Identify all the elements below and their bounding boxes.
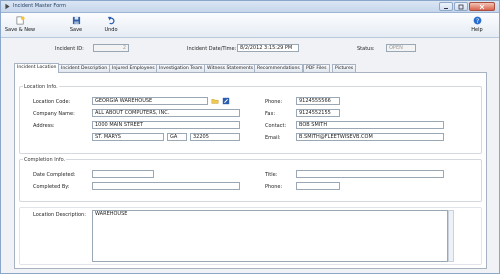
incident-header: Incident ID: 2 Incident Date/Time: 8/2/2… xyxy=(1,44,499,56)
tab-pdf-files[interactable]: PDF Files xyxy=(303,64,330,72)
lookup-icon[interactable] xyxy=(222,97,230,105)
contact-label: Contact: xyxy=(265,123,287,129)
date-completed-label: Date Completed: xyxy=(33,172,76,178)
save-label: Save xyxy=(69,27,83,33)
completion-info-title: Completion Info. xyxy=(23,157,67,163)
tab-investigation-team[interactable]: Investigation Team xyxy=(156,64,206,72)
incident-datetime-field[interactable]: 8/2/2012 3:15:29 PM xyxy=(237,44,299,52)
email-field[interactable]: B.SMITH@FLEETWISEVB.COM xyxy=(296,133,444,141)
company-name-field[interactable]: ALL ABOUT COMPUTERS, INC. xyxy=(92,109,240,117)
completion-title-label: Title: xyxy=(265,172,278,178)
help-button[interactable]: ? Help xyxy=(462,16,492,33)
toolbar: Save & New Save Undo ? Help xyxy=(1,13,499,38)
contact-field[interactable]: BOB SMITH xyxy=(296,121,444,129)
minimize-button[interactable] xyxy=(439,2,453,11)
tab-pictures[interactable]: Pictures xyxy=(332,64,357,72)
window-title: Incident Master Form xyxy=(13,3,67,9)
date-completed-field[interactable] xyxy=(92,170,154,178)
completion-phone-label: Phone: xyxy=(265,184,283,190)
completion-title-field[interactable] xyxy=(296,170,444,178)
folder-icon[interactable] xyxy=(211,97,219,105)
incident-id-field[interactable]: 2 xyxy=(93,44,129,52)
svg-text:?: ? xyxy=(475,18,478,25)
zip-field[interactable]: 32205 xyxy=(190,133,240,141)
undo-button[interactable]: Undo xyxy=(96,16,126,33)
incident-location-panel: Location Info. Location Code: GEORGIA WA… xyxy=(14,72,487,269)
tab-witness-statements[interactable]: Witness Statements xyxy=(204,64,257,72)
phone-label: Phone: xyxy=(265,99,283,105)
address-label: Address: xyxy=(33,123,55,129)
undo-label: Undo xyxy=(104,27,118,33)
location-description-label: Location Description: xyxy=(33,212,86,218)
location-info-title: Location Info. xyxy=(23,84,59,90)
fax-label: Fax: xyxy=(265,111,276,117)
status-field[interactable]: OPEN xyxy=(386,44,416,52)
close-button[interactable] xyxy=(469,2,495,11)
save-and-new-icon xyxy=(16,16,25,25)
state-field[interactable]: GA xyxy=(167,133,187,141)
tab-strip: Incident Location Incident Description I… xyxy=(14,63,494,73)
status-label: Status: xyxy=(357,46,375,52)
undo-icon xyxy=(107,16,114,25)
tab-recommendations[interactable]: Recommendations xyxy=(254,64,303,72)
incident-datetime-label: Incident Date/Time: xyxy=(187,46,237,52)
address-field[interactable]: 1000 MAIN STREET xyxy=(92,121,240,129)
title-bar: Incident Master Form xyxy=(1,1,499,13)
save-and-new-button[interactable]: Save & New xyxy=(5,16,35,33)
completed-by-label: Completed By: xyxy=(33,184,70,190)
save-button[interactable]: Save xyxy=(61,16,91,33)
close-icon xyxy=(479,4,485,9)
help-label: Help xyxy=(471,27,483,33)
phone-field[interactable]: 9124555566 xyxy=(296,97,340,105)
company-name-label: Company Name: xyxy=(33,111,75,117)
location-info-group: Location Info. Location Code: GEORGIA WA… xyxy=(19,84,482,154)
incident-id-label: Incident ID: xyxy=(55,46,84,52)
tab-incident-description[interactable]: Incident Description xyxy=(58,64,111,72)
completed-by-field[interactable] xyxy=(92,182,240,190)
fax-field[interactable]: 9124552155 xyxy=(296,109,340,117)
completion-phone-field[interactable] xyxy=(296,182,340,190)
maximize-icon xyxy=(458,4,464,9)
email-label: Email: xyxy=(265,135,281,141)
location-code-label: Location Code: xyxy=(33,99,71,105)
save-and-new-label: Save & New xyxy=(4,27,36,33)
maximize-button[interactable] xyxy=(454,2,468,11)
save-icon xyxy=(72,16,80,25)
completion-info-group: Completion Info. Date Completed: Complet… xyxy=(19,157,482,202)
minimize-icon xyxy=(444,7,448,9)
city-field[interactable]: ST. MARYS xyxy=(92,133,164,141)
location-code-field[interactable]: GEORGIA WAREHOUSE xyxy=(92,97,208,105)
help-icon: ? xyxy=(473,16,481,25)
location-description-group: Location Description: WAREHOUSE xyxy=(19,207,482,265)
location-description-textarea[interactable]: WAREHOUSE xyxy=(92,210,448,262)
description-scrollbar[interactable] xyxy=(448,210,454,262)
tab-incident-location[interactable]: Incident Location xyxy=(14,63,60,73)
tab-injured-employees[interactable]: Injured Employees xyxy=(109,64,158,72)
app-icon xyxy=(5,3,10,10)
incident-master-form-window: Incident Master Form Save & New Save Und… xyxy=(0,0,500,274)
